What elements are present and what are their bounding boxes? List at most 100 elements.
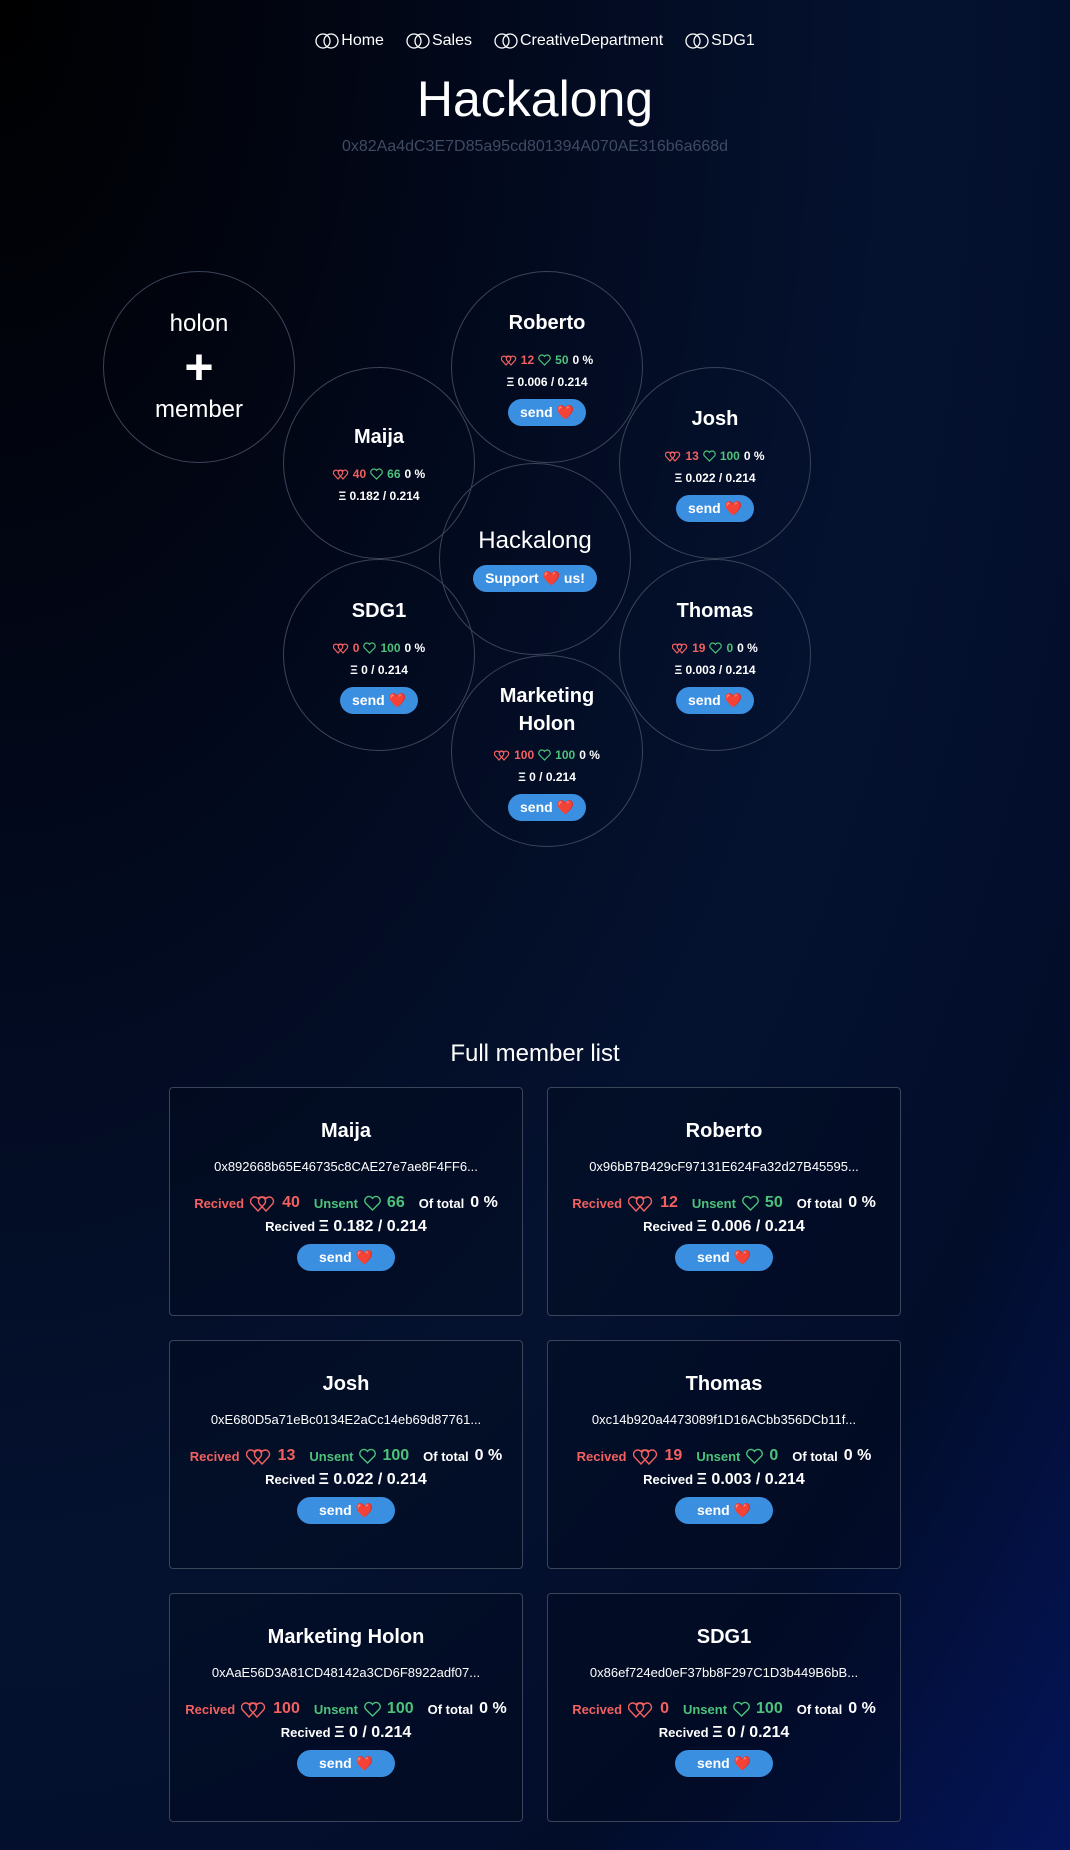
- received-count: 100: [273, 1700, 300, 1717]
- heart-outline-icon: [746, 1448, 764, 1464]
- member-stats: 13 100 0 %: [665, 448, 765, 463]
- send-heart-button[interactable]: send ❤️: [676, 686, 754, 714]
- send-heart-button[interactable]: send ❤️: [675, 1750, 773, 1777]
- total-label: Of total: [796, 1195, 843, 1211]
- add-holon-member-button[interactable]: holon + member: [103, 271, 295, 463]
- heart-outline-icon: [703, 449, 716, 462]
- member-circle-sdg1: SDG1 0 100 0 % Ξ 0 / 0.214 send ❤️: [283, 559, 475, 751]
- unsent-label: Unsent: [313, 1701, 358, 1717]
- heart-outline-icon: [538, 748, 551, 761]
- member-card-name: Thomas: [685, 1373, 763, 1395]
- unsent-count: 100: [382, 1447, 410, 1464]
- eth-label: Recived: [265, 1472, 316, 1487]
- heart-outline-icon: [709, 641, 723, 654]
- unsent-count: 50: [764, 1194, 783, 1211]
- double-heart-icon: [241, 1700, 267, 1718]
- member-name: SDG1: [351, 599, 407, 622]
- percent-of-total: 0 %: [737, 640, 758, 655]
- send-heart-button[interactable]: send ❤️: [297, 1497, 395, 1524]
- member-stats: 12 50 0 %: [500, 353, 593, 367]
- member-name: Marketing Holon: [499, 684, 595, 735]
- eth-label: Recived: [280, 1725, 331, 1740]
- member-card-eth: Recived Ξ 0.182 / 0.214: [170, 1218, 522, 1236]
- member-stats: 40 66 0 %: [332, 467, 425, 481]
- unsent-count: 66: [386, 1194, 405, 1211]
- eth-amount: Ξ 0.006 / 0.214: [696, 1218, 805, 1235]
- received-count: 100: [514, 747, 535, 762]
- received-label: Recived: [572, 1701, 623, 1717]
- send-heart-button[interactable]: send ❤️: [340, 686, 418, 714]
- nav-home[interactable]: Home: [315, 32, 384, 50]
- unsent-label: Unsent: [682, 1701, 728, 1717]
- percent-of-total: 0 %: [843, 1447, 872, 1464]
- received-count: 40: [352, 467, 367, 481]
- nav-creative-department[interactable]: CreativeDepartment: [494, 32, 663, 50]
- add-circle-top-label: holon: [169, 310, 229, 337]
- heart-outline-icon: [742, 1195, 759, 1211]
- total-label: Of total: [796, 1701, 843, 1717]
- member-card-name: Marketing Holon: [267, 1626, 425, 1648]
- heart-outline-icon: [733, 1701, 750, 1717]
- member-card-eth: Recived Ξ 0.022 / 0.214: [170, 1471, 522, 1489]
- member-card-stats: Recived 12 Unsent 50 Of total 0 %: [548, 1194, 900, 1212]
- member-card-address: 0xE680D5a71eBc0134E2aCc14eb69d87761...: [210, 1412, 482, 1427]
- send-heart-button[interactable]: send ❤️: [675, 1497, 773, 1524]
- received-count: 12: [660, 1194, 678, 1211]
- percent-of-total: 0 %: [479, 1700, 507, 1717]
- percent-of-total: 0 %: [743, 448, 765, 463]
- unsent-count: 66: [387, 467, 401, 481]
- nav-sdg1[interactable]: SDG1: [685, 32, 755, 50]
- eth-amount: Ξ 0.182 / 0.214: [338, 489, 420, 503]
- member-card-eth: Recived Ξ 0 / 0.214: [170, 1724, 522, 1742]
- member-card-eth: Recived Ξ 0.006 / 0.214: [548, 1218, 900, 1236]
- received-count: 0: [660, 1700, 669, 1717]
- percent-of-total: 0 %: [848, 1194, 876, 1211]
- heart-outline-icon: [538, 353, 551, 366]
- top-nav: Home Sales CreativeDepartment SDG1: [0, 32, 1070, 50]
- member-card-name: Josh: [322, 1373, 370, 1395]
- send-heart-button[interactable]: send ❤️: [508, 793, 586, 821]
- send-heart-button[interactable]: send ❤️: [676, 494, 754, 522]
- member-circle-josh: Josh 13 100 0 % Ξ 0.022 / 0.214 send ❤️: [619, 367, 811, 559]
- heart-outline-icon: [364, 1195, 381, 1211]
- send-heart-button[interactable]: send ❤️: [675, 1244, 773, 1271]
- percent-of-total: 0 %: [474, 1447, 503, 1464]
- support-us-button[interactable]: Support ❤️ us!: [473, 564, 597, 592]
- unsent-count: 100: [386, 1700, 414, 1717]
- total-label: Of total: [427, 1701, 474, 1717]
- member-card-address: 0x86ef724ed0eF37bb8F297C1D3b449B6bB...: [589, 1665, 859, 1680]
- send-heart-button[interactable]: send ❤️: [297, 1750, 395, 1777]
- member-card-address: 0xc14b920a4473089f1D16ACbb356DCb11f...: [591, 1412, 857, 1427]
- nav-sales[interactable]: Sales: [406, 32, 472, 50]
- send-heart-button[interactable]: send ❤️: [508, 398, 586, 426]
- rings-icon: [685, 32, 709, 50]
- nav-label: Sales: [431, 32, 472, 49]
- member-circle-thomas: Thomas 19 0 0 % Ξ 0.003 / 0.214 send ❤️: [619, 559, 811, 751]
- eth-amount: Ξ 0 / 0.214: [518, 769, 576, 784]
- member-name: Maija: [353, 426, 405, 448]
- unsent-count: 0: [769, 1447, 779, 1464]
- double-heart-icon: [665, 450, 681, 462]
- member-card-eth: Recived Ξ 0.003 / 0.214: [548, 1471, 900, 1489]
- member-name: Josh: [691, 407, 739, 430]
- received-label: Recived: [572, 1195, 623, 1211]
- member-card: Josh 0xE680D5a71eBc0134E2aCc14eb69d87761.…: [169, 1340, 523, 1569]
- member-card: SDG1 0x86ef724ed0eF37bb8F297C1D3b449B6bB.…: [547, 1593, 901, 1822]
- member-stats: 100 100 0 %: [494, 748, 600, 762]
- heart-outline-icon: [370, 468, 383, 480]
- member-name: Roberto: [508, 311, 586, 334]
- eth-label: Recived: [265, 1219, 316, 1234]
- double-heart-icon: [245, 1447, 272, 1465]
- holon-name: Hackalong: [478, 526, 592, 554]
- eth-label: Recived: [658, 1725, 709, 1740]
- send-heart-button[interactable]: send ❤️: [297, 1244, 395, 1271]
- eth-amount: Ξ 0.182 / 0.214: [318, 1218, 427, 1235]
- member-card-name: SDG1: [696, 1626, 752, 1648]
- member-list-title: Full member list: [450, 1040, 620, 1067]
- received-count: 13: [685, 448, 699, 463]
- add-circle-bottom-label: member: [154, 396, 244, 423]
- unsent-count: 100: [756, 1700, 783, 1717]
- total-label: Of total: [423, 1448, 469, 1464]
- unsent-count: 0: [726, 640, 734, 655]
- member-card: Maija 0x892668b65E46735c8CAE27e7ae8F4FF6.…: [169, 1087, 523, 1316]
